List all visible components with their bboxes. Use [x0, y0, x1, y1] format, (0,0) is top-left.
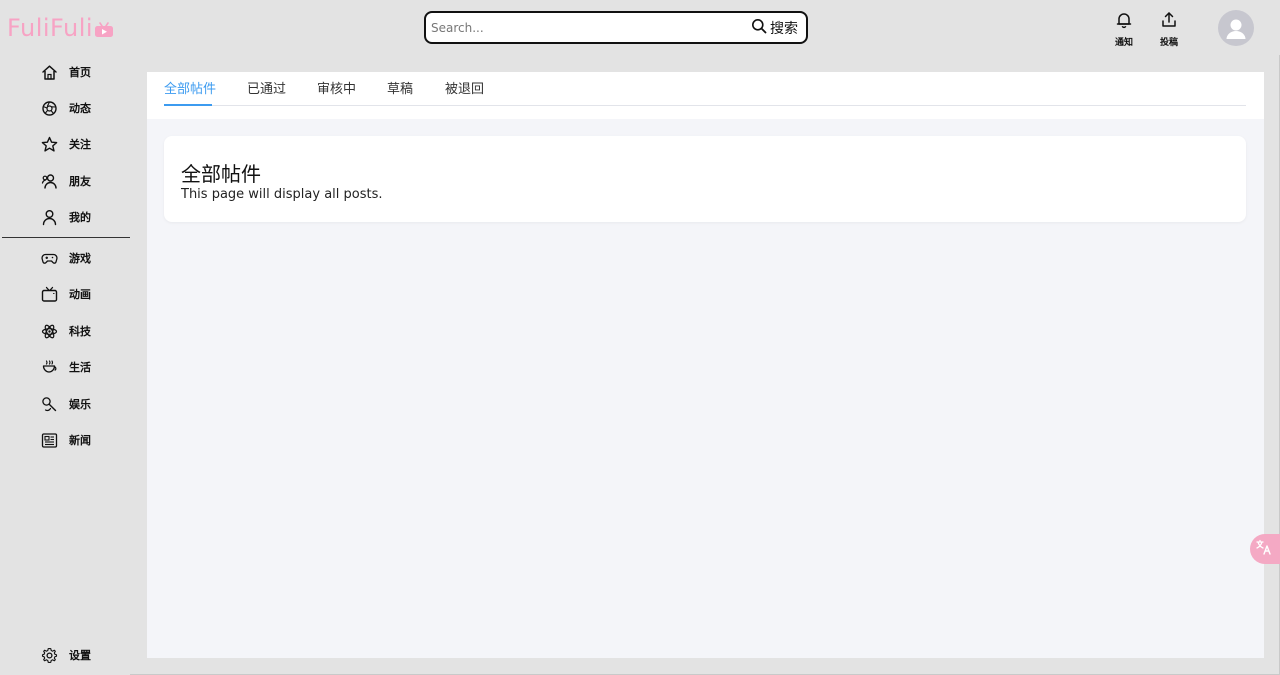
sidebar-item-label: 新闻: [69, 434, 91, 447]
sidebar-item-feed[interactable]: 动态: [41, 98, 91, 118]
page-description: This page will display all posts.: [181, 187, 383, 202]
sidebar-item-anime[interactable]: 动画: [41, 284, 91, 304]
search-button[interactable]: 搜索: [751, 13, 806, 42]
star-icon: [41, 136, 58, 153]
atom-icon: [41, 323, 58, 340]
search-button-label: 搜索: [770, 20, 798, 37]
cup-icon: [41, 359, 58, 376]
main-content: 全部帖件 已通过 审核中 草稿 被退回 全部帖件 This page will …: [147, 72, 1264, 658]
tv-logo-icon: [94, 22, 114, 38]
user-avatar-icon: [1218, 19, 1254, 46]
logo-text: FuliFuli: [7, 14, 94, 42]
sidebar: 首页 动态 关注 朋友 我的 游戏 动画 科技 生活 娱乐 新闻 设置: [0, 55, 130, 675]
sidebar-item-label: 我的: [69, 211, 91, 224]
page-title: 全部帖件: [181, 162, 261, 186]
gear-icon: [41, 647, 58, 664]
friends-icon: [41, 173, 58, 190]
tab-drafts[interactable]: 草稿: [387, 81, 413, 99]
top-header: FuliFuli 搜索 通知 投稿: [0, 0, 1280, 55]
tab-approved[interactable]: 已通过: [247, 81, 286, 99]
user-avatar-button[interactable]: [1218, 10, 1254, 46]
translate-button[interactable]: [1250, 534, 1280, 564]
sidebar-item-entertainment[interactable]: 娱乐: [41, 394, 91, 414]
search-input[interactable]: [426, 13, 751, 42]
sidebar-item-label: 首页: [69, 66, 91, 79]
sidebar-item-label: 设置: [69, 649, 91, 662]
search-icon: [751, 18, 767, 37]
notifications-label: 通知: [1114, 38, 1133, 48]
translate-icon: [1255, 538, 1273, 560]
tv-icon: [41, 286, 58, 303]
content-card: 全部帖件 This page will display all posts.: [164, 136, 1246, 222]
upload-button[interactable]: 投稿: [1153, 11, 1185, 48]
sidebar-item-follow[interactable]: 关注: [41, 134, 91, 154]
gamepad-icon: [41, 250, 58, 267]
tab-bar-divider: [164, 105, 1246, 106]
home-icon: [41, 64, 58, 81]
sidebar-item-life[interactable]: 生活: [41, 357, 91, 377]
sidebar-item-label: 关注: [69, 138, 91, 151]
newspaper-icon: [41, 432, 58, 449]
sidebar-item-me[interactable]: 我的: [41, 207, 91, 227]
sidebar-item-news[interactable]: 新闻: [41, 430, 91, 450]
search-bar: 搜索: [424, 11, 808, 44]
sidebar-item-label: 生活: [69, 361, 91, 374]
sidebar-divider: [2, 237, 130, 238]
tab-rejected[interactable]: 被退回: [445, 81, 484, 99]
microphone-icon: [41, 396, 58, 413]
sidebar-item-settings[interactable]: 设置: [41, 645, 91, 665]
sidebar-item-label: 朋友: [69, 175, 91, 188]
sidebar-item-label: 动态: [69, 102, 91, 115]
sidebar-item-friends[interactable]: 朋友: [41, 171, 91, 191]
sidebar-item-home[interactable]: 首页: [41, 62, 91, 82]
sidebar-item-games[interactable]: 游戏: [41, 248, 91, 268]
notifications-button[interactable]: 通知: [1108, 11, 1140, 48]
aperture-icon: [41, 100, 58, 117]
tab-under-review[interactable]: 审核中: [317, 81, 356, 99]
bell-icon: [1115, 11, 1133, 33]
sidebar-item-tech[interactable]: 科技: [41, 321, 91, 341]
upload-label: 投稿: [1159, 38, 1178, 48]
upload-icon: [1160, 11, 1178, 33]
sidebar-item-label: 科技: [69, 325, 91, 338]
sidebar-item-label: 动画: [69, 288, 91, 301]
tab-all-posts[interactable]: 全部帖件: [164, 81, 216, 99]
tab-bar: 全部帖件 已通过 审核中 草稿 被退回: [147, 72, 1264, 119]
logo[interactable]: FuliFuli: [7, 14, 114, 44]
sidebar-item-label: 游戏: [69, 252, 91, 265]
user-icon: [41, 209, 58, 226]
active-tab-indicator: [164, 104, 212, 106]
sidebar-item-label: 娱乐: [69, 398, 91, 411]
